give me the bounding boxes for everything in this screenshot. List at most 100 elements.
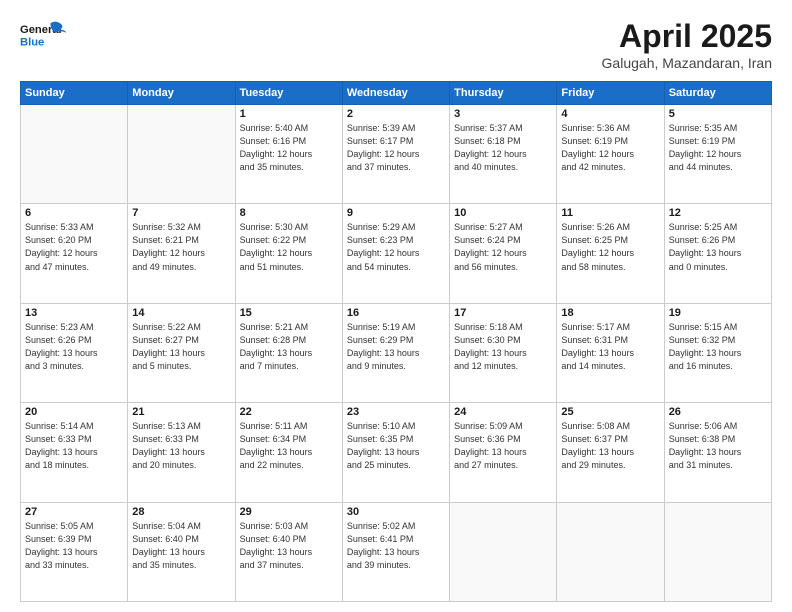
day-number: 25 [561, 406, 659, 418]
day-number: 21 [132, 406, 230, 418]
day-detail: Sunrise: 5:27 AM Sunset: 6:24 PM Dayligh… [454, 221, 552, 273]
day-number: 6 [25, 207, 123, 219]
calendar-cell: 22 Sunrise: 5:11 AM Sunset: 6:34 PM Dayli… [235, 403, 342, 502]
day-number: 17 [454, 307, 552, 319]
calendar-cell: 6 Sunrise: 5:33 AM Sunset: 6:20 PM Daylig… [21, 204, 128, 303]
day-number: 4 [561, 108, 659, 120]
calendar-cell: 12 Sunrise: 5:25 AM Sunset: 6:26 PM Dayli… [664, 204, 771, 303]
calendar-cell: 26 Sunrise: 5:06 AM Sunset: 6:38 PM Dayli… [664, 403, 771, 502]
calendar-cell: 10 Sunrise: 5:27 AM Sunset: 6:24 PM Dayli… [450, 204, 557, 303]
weekday-header-sunday: Sunday [21, 82, 128, 105]
weekday-header-wednesday: Wednesday [342, 82, 449, 105]
day-number: 13 [25, 307, 123, 319]
calendar-cell [21, 105, 128, 204]
month-title: April 2025 [602, 18, 772, 55]
day-number: 27 [25, 506, 123, 518]
day-detail: Sunrise: 5:23 AM Sunset: 6:26 PM Dayligh… [25, 321, 123, 373]
calendar-cell: 15 Sunrise: 5:21 AM Sunset: 6:28 PM Dayli… [235, 303, 342, 402]
day-number: 23 [347, 406, 445, 418]
day-number: 14 [132, 307, 230, 319]
day-detail: Sunrise: 5:13 AM Sunset: 6:33 PM Dayligh… [132, 420, 230, 472]
header: General Blue April 2025 Galugah, Mazanda… [20, 18, 772, 71]
day-detail: Sunrise: 5:05 AM Sunset: 6:39 PM Dayligh… [25, 520, 123, 572]
calendar-cell: 30 Sunrise: 5:02 AM Sunset: 6:41 PM Dayli… [342, 502, 449, 601]
day-number: 24 [454, 406, 552, 418]
day-detail: Sunrise: 5:40 AM Sunset: 6:16 PM Dayligh… [240, 122, 338, 174]
calendar-cell: 24Sunrise: 5:09 AM Sunset: 6:36 PM Dayli… [450, 403, 557, 502]
day-number: 15 [240, 307, 338, 319]
calendar-week-4: 20 Sunrise: 5:14 AM Sunset: 6:33 PM Dayli… [21, 403, 772, 502]
day-number: 8 [240, 207, 338, 219]
calendar-cell: 3 Sunrise: 5:37 AM Sunset: 6:18 PM Daylig… [450, 105, 557, 204]
weekday-header-thursday: Thursday [450, 82, 557, 105]
calendar-cell [557, 502, 664, 601]
day-number: 20 [25, 406, 123, 418]
weekday-header-tuesday: Tuesday [235, 82, 342, 105]
calendar-cell: 29 Sunrise: 5:03 AM Sunset: 6:40 PM Dayli… [235, 502, 342, 601]
svg-text:Blue: Blue [20, 37, 44, 49]
calendar-cell: 25 Sunrise: 5:08 AM Sunset: 6:37 PM Dayli… [557, 403, 664, 502]
day-number: 9 [347, 207, 445, 219]
day-number: 12 [669, 207, 767, 219]
day-detail: Sunrise: 5:02 AM Sunset: 6:41 PM Dayligh… [347, 520, 445, 572]
day-detail: Sunrise: 5:35 AM Sunset: 6:19 PM Dayligh… [669, 122, 767, 174]
calendar-cell: 20 Sunrise: 5:14 AM Sunset: 6:33 PM Dayli… [21, 403, 128, 502]
calendar-cell: 21 Sunrise: 5:13 AM Sunset: 6:33 PM Dayli… [128, 403, 235, 502]
day-number: 10 [454, 207, 552, 219]
calendar-cell: 19 Sunrise: 5:15 AM Sunset: 6:32 PM Dayli… [664, 303, 771, 402]
calendar-cell [128, 105, 235, 204]
day-detail: Sunrise: 5:10 AM Sunset: 6:35 PM Dayligh… [347, 420, 445, 472]
day-detail: Sunrise: 5:06 AM Sunset: 6:38 PM Dayligh… [669, 420, 767, 472]
calendar-cell: 11 Sunrise: 5:26 AM Sunset: 6:25 PM Dayli… [557, 204, 664, 303]
day-detail: Sunrise: 5:22 AM Sunset: 6:27 PM Dayligh… [132, 321, 230, 373]
title-block: April 2025 Galugah, Mazandaran, Iran [602, 18, 772, 71]
calendar-week-5: 27 Sunrise: 5:05 AM Sunset: 6:39 PM Dayli… [21, 502, 772, 601]
day-detail: Sunrise: 5:37 AM Sunset: 6:18 PM Dayligh… [454, 122, 552, 174]
calendar-cell: 18Sunrise: 5:17 AM Sunset: 6:31 PM Dayli… [557, 303, 664, 402]
day-detail: Sunrise: 5:25 AM Sunset: 6:26 PM Dayligh… [669, 221, 767, 273]
day-detail: Sunrise: 5:14 AM Sunset: 6:33 PM Dayligh… [25, 420, 123, 472]
day-number: 22 [240, 406, 338, 418]
location: Galugah, Mazandaran, Iran [602, 55, 772, 71]
day-detail: Sunrise: 5:29 AM Sunset: 6:23 PM Dayligh… [347, 221, 445, 273]
day-detail: Sunrise: 5:08 AM Sunset: 6:37 PM Dayligh… [561, 420, 659, 472]
calendar-cell: 5 Sunrise: 5:35 AM Sunset: 6:19 PM Daylig… [664, 105, 771, 204]
day-detail: Sunrise: 5:11 AM Sunset: 6:34 PM Dayligh… [240, 420, 338, 472]
day-number: 29 [240, 506, 338, 518]
day-number: 3 [454, 108, 552, 120]
day-detail: Sunrise: 5:03 AM Sunset: 6:40 PM Dayligh… [240, 520, 338, 572]
day-detail: Sunrise: 5:39 AM Sunset: 6:17 PM Dayligh… [347, 122, 445, 174]
weekday-header-row: SundayMondayTuesdayWednesdayThursdayFrid… [21, 82, 772, 105]
calendar-cell: 8 Sunrise: 5:30 AM Sunset: 6:22 PM Daylig… [235, 204, 342, 303]
calendar-cell: 2Sunrise: 5:39 AM Sunset: 6:17 PM Daylig… [342, 105, 449, 204]
calendar-cell: 13 Sunrise: 5:23 AM Sunset: 6:26 PM Dayli… [21, 303, 128, 402]
calendar-cell: 16 Sunrise: 5:19 AM Sunset: 6:29 PM Dayli… [342, 303, 449, 402]
calendar-cell: 1Sunrise: 5:40 AM Sunset: 6:16 PM Daylig… [235, 105, 342, 204]
day-number: 18 [561, 307, 659, 319]
day-detail: Sunrise: 5:15 AM Sunset: 6:32 PM Dayligh… [669, 321, 767, 373]
day-number: 30 [347, 506, 445, 518]
day-detail: Sunrise: 5:32 AM Sunset: 6:21 PM Dayligh… [132, 221, 230, 273]
calendar-cell: 23 Sunrise: 5:10 AM Sunset: 6:35 PM Dayli… [342, 403, 449, 502]
day-number: 19 [669, 307, 767, 319]
calendar-cell: 9 Sunrise: 5:29 AM Sunset: 6:23 PM Daylig… [342, 204, 449, 303]
calendar-cell: 17 Sunrise: 5:18 AM Sunset: 6:30 PM Dayli… [450, 303, 557, 402]
day-detail: Sunrise: 5:33 AM Sunset: 6:20 PM Dayligh… [25, 221, 123, 273]
day-detail: Sunrise: 5:30 AM Sunset: 6:22 PM Dayligh… [240, 221, 338, 273]
day-number: 11 [561, 207, 659, 219]
day-detail: Sunrise: 5:26 AM Sunset: 6:25 PM Dayligh… [561, 221, 659, 273]
day-detail: Sunrise: 5:19 AM Sunset: 6:29 PM Dayligh… [347, 321, 445, 373]
day-number: 5 [669, 108, 767, 120]
day-detail: Sunrise: 5:04 AM Sunset: 6:40 PM Dayligh… [132, 520, 230, 572]
day-detail: Sunrise: 5:36 AM Sunset: 6:19 PM Dayligh… [561, 122, 659, 174]
calendar-week-2: 6 Sunrise: 5:33 AM Sunset: 6:20 PM Daylig… [21, 204, 772, 303]
day-number: 16 [347, 307, 445, 319]
day-number: 26 [669, 406, 767, 418]
day-detail: Sunrise: 5:21 AM Sunset: 6:28 PM Dayligh… [240, 321, 338, 373]
calendar-week-1: 1Sunrise: 5:40 AM Sunset: 6:16 PM Daylig… [21, 105, 772, 204]
calendar-cell: 7 Sunrise: 5:32 AM Sunset: 6:21 PM Daylig… [128, 204, 235, 303]
day-detail: Sunrise: 5:18 AM Sunset: 6:30 PM Dayligh… [454, 321, 552, 373]
day-number: 7 [132, 207, 230, 219]
weekday-header-saturday: Saturday [664, 82, 771, 105]
page: General Blue April 2025 Galugah, Mazanda… [0, 0, 792, 612]
